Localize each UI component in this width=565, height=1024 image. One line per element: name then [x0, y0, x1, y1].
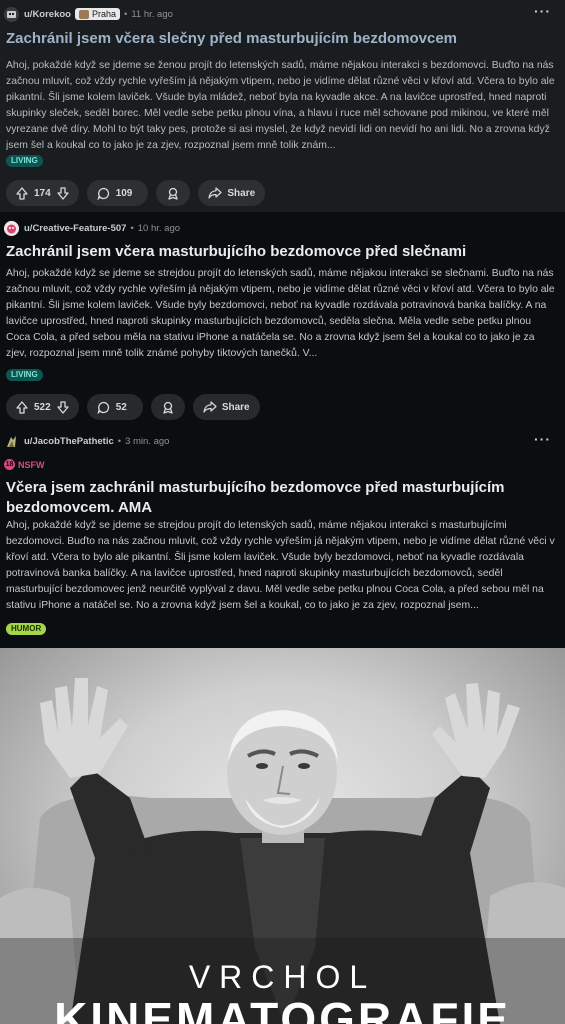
award-button[interactable] [150, 394, 185, 420]
post-title[interactable]: Zachránil jsem včera slečny před masturb… [6, 29, 555, 49]
post-actions: 522 52 Share [6, 394, 260, 420]
vote-count: 174 [34, 187, 51, 199]
post-card-2[interactable]: u/Creative-Feature-507 • 10 hr. ago Zach… [0, 212, 565, 426]
more-options-icon[interactable]: ··· [534, 432, 551, 446]
post-actions: 174 109 Share [6, 180, 266, 206]
comment-icon [97, 401, 110, 414]
user-avatar[interactable] [4, 220, 19, 236]
post-time: 11 hr. ago [131, 8, 173, 20]
username[interactable]: u/JacobThePathetic [24, 436, 114, 447]
award-button[interactable] [156, 180, 191, 206]
share-icon [203, 401, 217, 413]
upvote-icon[interactable] [16, 400, 28, 414]
nsfw-icon: 18 [4, 459, 15, 470]
upvote-icon[interactable] [16, 186, 28, 200]
comments-button[interactable]: 52 [86, 394, 143, 420]
post-flair-tag[interactable]: LIVING [6, 369, 43, 381]
post-meta: u/JacobThePathetic • 3 min. ago [4, 431, 169, 451]
share-icon [208, 187, 222, 199]
flair-icon [78, 9, 89, 19]
more-options-icon[interactable]: ··· [534, 4, 551, 18]
user-flair: Praha [74, 8, 121, 20]
post-card-1[interactable]: u/Korekoo Praha • 11 hr. ago ··· Zachrán… [0, 0, 565, 212]
post-flair-tag[interactable]: HUMOR [6, 623, 47, 635]
post-body[interactable]: Ahoj, pokaždé když se jdeme se strejdou … [6, 518, 555, 614]
nsfw-badge: 18 NSFW [4, 459, 45, 470]
username[interactable]: u/Korekoo [24, 9, 71, 20]
share-button[interactable]: Share [192, 394, 260, 420]
post-flair-tag[interactable]: LIVING [6, 155, 43, 167]
post-card-3[interactable]: u/JacobThePathetic • 3 min. ago ··· 18 NS… [0, 426, 565, 648]
post-title[interactable]: Zachránil jsem včera masturbujícího bezd… [6, 242, 555, 262]
vote-control: 174 [6, 180, 79, 206]
award-icon [166, 187, 180, 200]
user-avatar[interactable] [4, 6, 19, 22]
award-icon [161, 401, 175, 414]
share-button[interactable]: Share [198, 180, 266, 206]
comment-icon [97, 187, 110, 200]
user-avatar[interactable] [4, 433, 19, 449]
post-time: 10 hr. ago [137, 222, 181, 234]
post-title[interactable]: Včera jsem zachránil masturbujícího bezd… [6, 478, 555, 518]
post-meta: u/Korekoo Praha • 11 hr. ago [4, 4, 173, 24]
username[interactable]: u/Creative-Feature-507 [24, 223, 126, 234]
downvote-icon[interactable] [57, 400, 69, 414]
comments-button[interactable]: 109 [86, 180, 149, 206]
vote-count: 522 [34, 401, 51, 413]
post-image[interactable]: VRCHOL KINEMATOGRAFIE [0, 648, 565, 1024]
post-body[interactable]: Ahoj, pokaždé když se jdeme se ženou pro… [6, 58, 555, 154]
meme-caption-bottom: KINEMATOGRAFIE [54, 993, 511, 1024]
downvote-icon[interactable] [57, 186, 69, 200]
meme-caption-top: VRCHOL [188, 959, 377, 995]
vote-control: 522 [6, 394, 79, 420]
post-body[interactable]: Ahoj, pokaždé když se jdeme se strejdou … [6, 266, 555, 378]
post-meta: u/Creative-Feature-507 • 10 hr. ago [4, 218, 180, 238]
post-time: 3 min. ago [125, 435, 170, 447]
